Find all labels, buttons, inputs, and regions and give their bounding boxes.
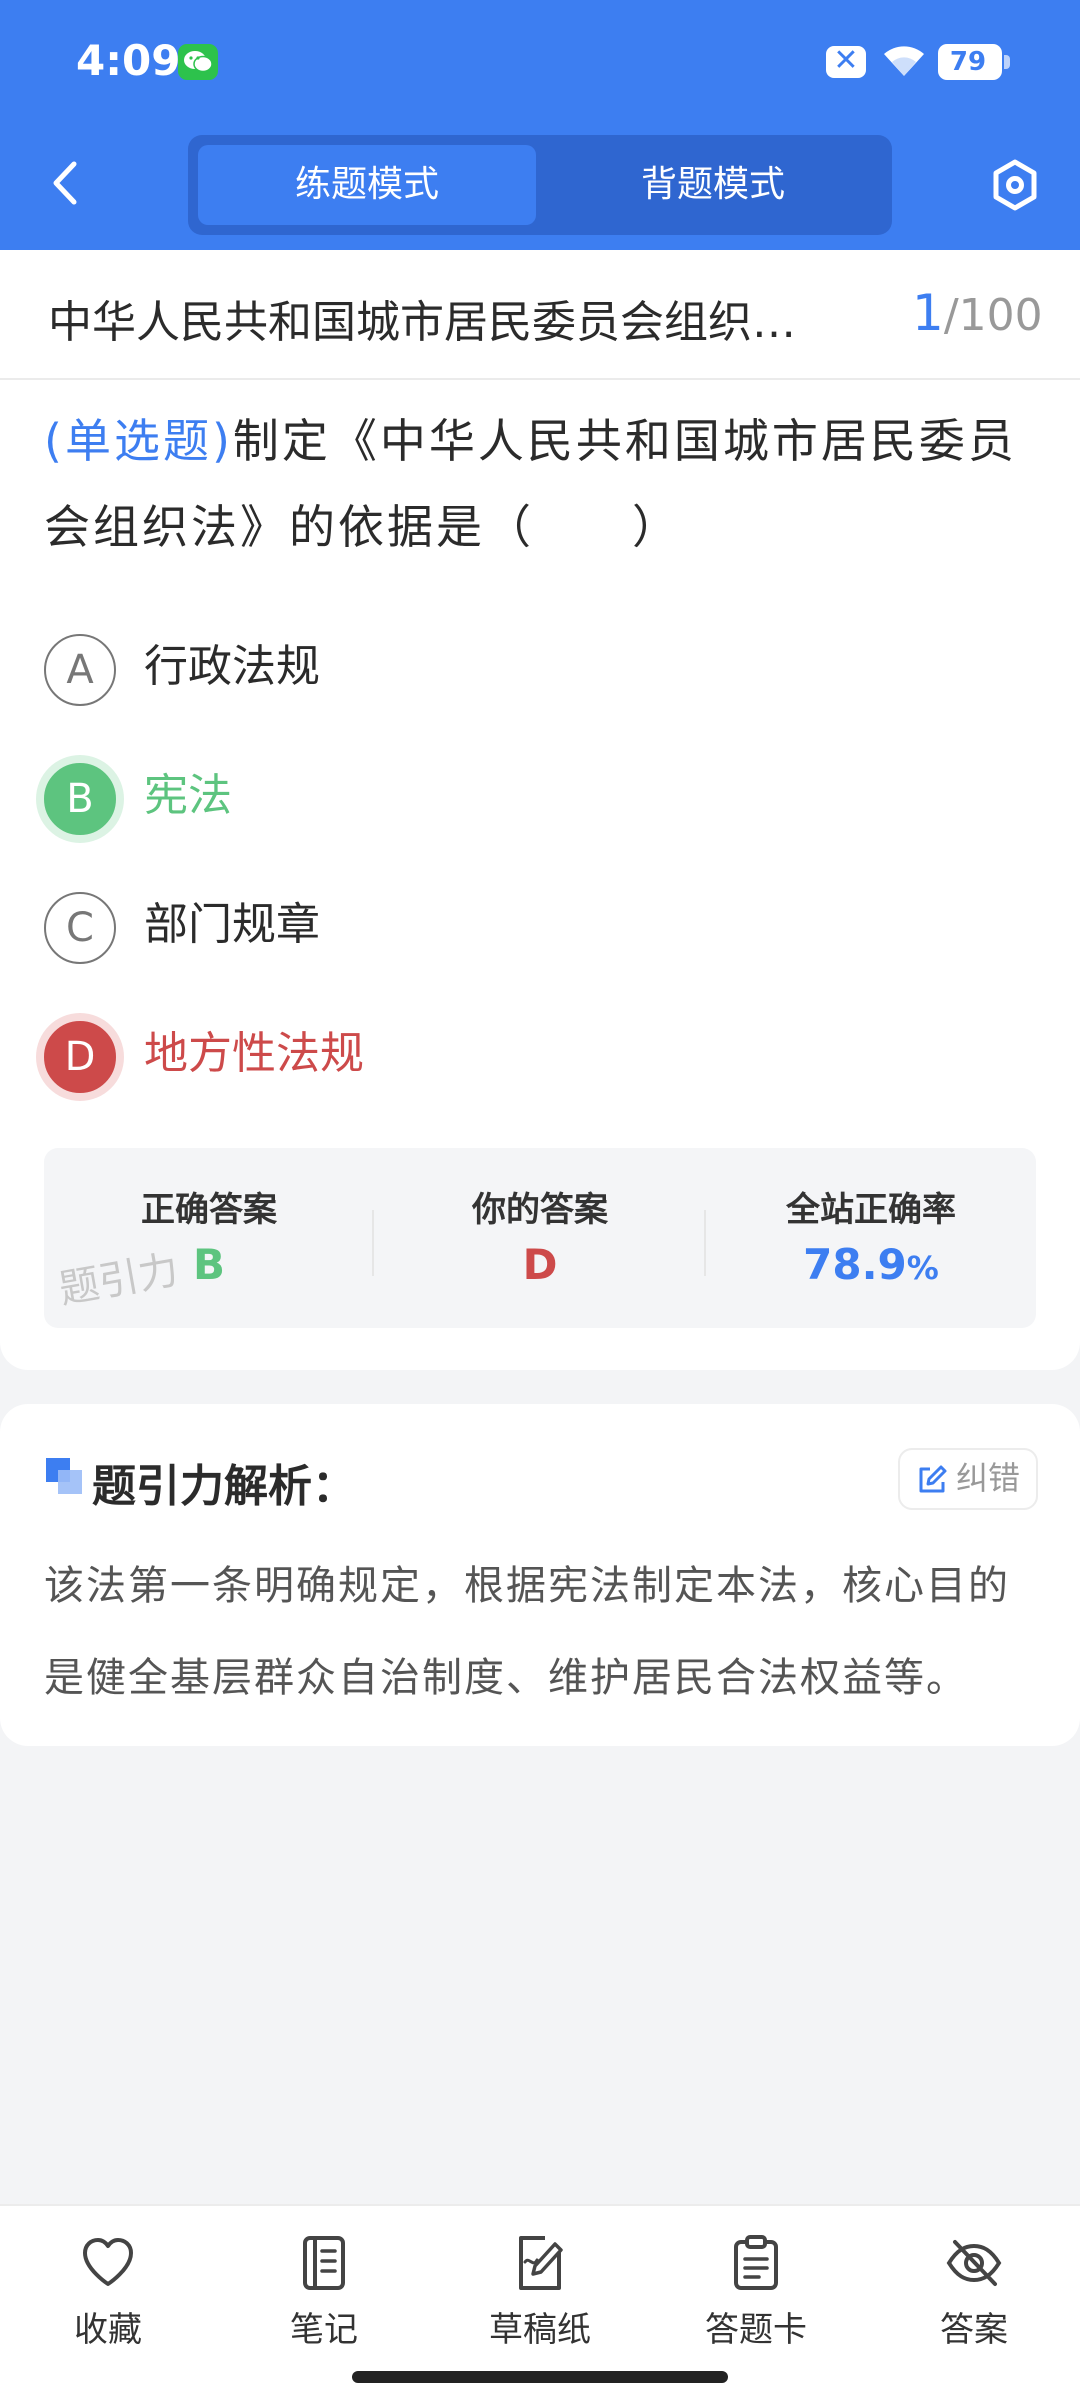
- nav-draft[interactable]: 草稿纸: [460, 2234, 620, 2374]
- question-total: /100: [943, 290, 1043, 341]
- analysis-title-icon: [46, 1458, 82, 1494]
- edit-icon: [919, 1465, 947, 1493]
- your-answer-column: 你的答案 D: [375, 1148, 705, 1328]
- option-d[interactable]: D 地方性法规: [44, 1009, 944, 1109]
- analysis-card: 题引力解析： 纠错 该法第一条明确规定，根据宪法制定本法，核心目的是健全基层群众…: [0, 1404, 1080, 1746]
- header: 4:09 ✕ 79 练题模式 背题模式: [0, 0, 1080, 250]
- analysis-text: 该法第一条明确规定，根据宪法制定本法，核心目的是健全基层群众自治制度、维护居民合…: [44, 1563, 1010, 1701]
- current-question-number: 1: [912, 284, 944, 342]
- nav-favorite[interactable]: 收藏: [28, 2234, 188, 2374]
- settings-icon[interactable]: [990, 158, 1040, 212]
- back-chevron-icon[interactable]: [42, 158, 92, 208]
- accuracy-column: 全站正确率 78.9%: [706, 1148, 1036, 1328]
- option-letter: A: [44, 634, 116, 706]
- report-error-button[interactable]: 纠错: [898, 1448, 1038, 1510]
- nav-answer-card[interactable]: 答题卡: [676, 2234, 836, 2374]
- eye-off-icon: [946, 2240, 1002, 2286]
- accuracy-number: 78.9: [803, 1240, 907, 1289]
- tab-memorize-mode[interactable]: 背题模式: [544, 145, 882, 225]
- draft-paper-icon: [519, 2236, 563, 2290]
- question-type: (单选题): [44, 414, 233, 468]
- battery-icon: 79: [938, 44, 1010, 80]
- option-a[interactable]: A 行政法规: [44, 622, 944, 722]
- heart-icon: [83, 2238, 133, 2286]
- option-text: 部门规章: [144, 899, 320, 950]
- nav-label: 答题卡: [705, 2310, 807, 2350]
- mode-switch: 练题模式 背题模式: [188, 135, 892, 235]
- option-text: 宪法: [144, 770, 232, 821]
- your-answer-value: D: [522, 1240, 558, 1289]
- your-answer-label: 你的答案: [472, 1190, 608, 1230]
- wechat-icon: [178, 44, 218, 80]
- analysis-title: 题引力解析：: [92, 1461, 356, 1512]
- option-letter: D: [44, 1021, 116, 1093]
- close-notification-icon: ✕: [826, 44, 866, 78]
- question-stem: (单选题)制定《中华人民共和国城市居民委员会组织法》的依据是（ ）: [44, 398, 1044, 570]
- nav-label: 笔记: [290, 2310, 358, 2350]
- notebook-icon: [303, 2236, 345, 2290]
- home-indicator[interactable]: [352, 2371, 728, 2383]
- nav-notes[interactable]: 笔记: [244, 2234, 404, 2374]
- accuracy-unit: %: [906, 1249, 939, 1287]
- accuracy-label: 全站正确率: [786, 1190, 956, 1230]
- accuracy-value: 78.9%: [706, 1240, 1036, 1289]
- nav-label: 收藏: [74, 2310, 142, 2350]
- nav-label: 答案: [940, 2310, 1008, 2350]
- answer-result-panel: 正确答案 B 你的答案 D 全站正确率 78.9% 题引力: [44, 1148, 1036, 1328]
- tab-practice-mode[interactable]: 练题模式: [198, 145, 536, 225]
- status-bar: 4:09 ✕ 79: [0, 0, 1080, 120]
- wifi-icon: [884, 46, 924, 76]
- nav-label: 草稿纸: [489, 2310, 591, 2350]
- option-text: 行政法规: [144, 641, 320, 692]
- status-time: 4:09: [76, 36, 181, 85]
- question-counter: 1/100: [912, 284, 1043, 342]
- correct-answer-label: 正确答案: [141, 1190, 277, 1230]
- option-letter: B: [44, 763, 116, 835]
- option-text: 地方性法规: [144, 1028, 364, 1079]
- question-card: 中华人民共和国城市居民委员会组织… 1/100 (单选题)制定《中华人民共和国城…: [0, 250, 1080, 1370]
- option-letter: C: [44, 892, 116, 964]
- option-b[interactable]: B 宪法: [44, 751, 944, 851]
- divider: [0, 378, 1080, 380]
- separator: [372, 1210, 374, 1276]
- option-c[interactable]: C 部门规章: [44, 880, 944, 980]
- answer-card-icon: [734, 2235, 778, 2290]
- question-topic: 中华人民共和国城市居民委员会组织…: [48, 297, 796, 348]
- nav-answer[interactable]: 答案: [894, 2234, 1054, 2374]
- report-error-label: 纠错: [956, 1459, 1021, 1497]
